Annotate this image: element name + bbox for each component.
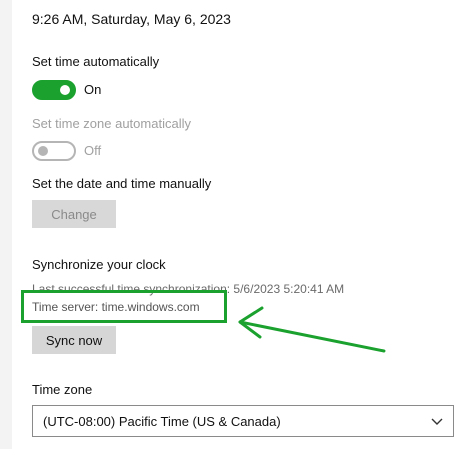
timezone-dropdown[interactable]: (UTC-08:00) Pacific Time (US & Canada) [32,405,454,437]
current-datetime: 9:26 AM, Saturday, May 6, 2023 [32,11,231,27]
chevron-down-icon [431,418,443,425]
sync-now-button[interactable]: Sync now [32,326,116,354]
change-button[interactable]: Change [32,200,116,228]
set-manually-label: Set the date and time manually [32,176,212,191]
set-timezone-auto-state: Off [84,143,102,158]
date-time-settings-page: 9:26 AM, Saturday, May 6, 2023 Set time … [0,0,474,449]
timezone-label: Time zone [32,382,93,397]
left-edge-strip [0,0,12,449]
set-time-auto-toggle[interactable] [32,80,76,100]
time-server-highlight-box [21,290,227,323]
sync-heading: Synchronize your clock [32,257,166,272]
set-time-auto-label: Set time automatically [32,54,160,69]
toggle-knob [38,146,48,156]
set-timezone-auto-toggle[interactable] [32,141,76,161]
toggle-knob [60,85,70,95]
set-timezone-auto-label: Set time zone automatically [32,116,191,131]
timezone-selected-value: (UTC-08:00) Pacific Time (US & Canada) [43,413,281,429]
set-time-auto-state: On [84,82,102,97]
